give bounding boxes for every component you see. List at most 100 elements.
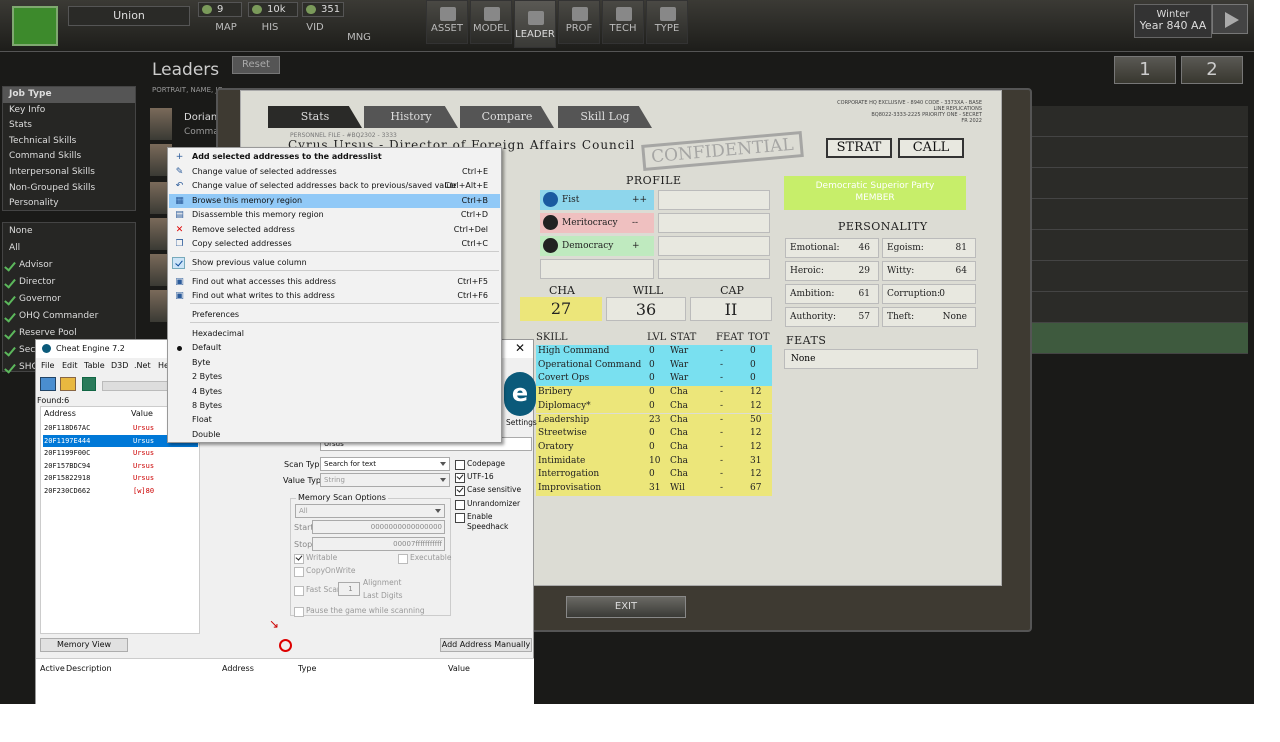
menu-item[interactable]: ▣ Find out what writes to this address Ctr… <box>169 289 500 303</box>
fast-scan-checkbox[interactable]: Fast Scan <box>294 585 342 596</box>
list-item[interactable]: 20F157BDC94 Ursus <box>43 460 198 473</box>
start-address-input[interactable]: 0000000000000000 <box>312 520 445 534</box>
nav-tech[interactable]: TECH <box>602 0 644 44</box>
fast-scan-input[interactable]: 1 <box>338 582 360 596</box>
stop-address-input[interactable]: 00007fffffffffff <box>312 537 445 551</box>
list-item[interactable] <box>1032 199 1248 230</box>
avatar[interactable] <box>150 108 172 140</box>
filter-job-type[interactable]: Job Type <box>3 87 135 103</box>
reset-button[interactable]: Reset <box>232 56 280 74</box>
menu-item[interactable]: Default <box>169 341 500 355</box>
tab-skill-log[interactable]: Skill Log <box>558 106 652 128</box>
nav-asset[interactable]: ASSET <box>426 0 468 44</box>
case-sensitive-checkbox[interactable]: Case sensitive <box>455 485 521 496</box>
save-icon[interactable] <box>82 377 96 391</box>
menu-item[interactable]: ↶ Change value of selected addresses back… <box>169 179 500 193</box>
nav-prof[interactable]: PROF <box>558 0 600 44</box>
nation-flag-icon[interactable] <box>12 6 58 46</box>
list-item[interactable]: 20F230CD662 [w]80 <box>43 485 198 498</box>
speedhack-checkbox[interactable]: Enable Speedhack <box>455 512 533 532</box>
unrandomizer-checkbox[interactable]: Unrandomizer <box>455 499 520 510</box>
job-governor[interactable]: Governor <box>3 291 135 308</box>
nav-mng[interactable]: MNG <box>339 32 379 43</box>
close-icon[interactable]: ✕ <box>515 341 525 355</box>
menu-item[interactable]: ▣ Find out what accesses this address Ctrl… <box>169 275 500 289</box>
no-entry-icon[interactable] <box>279 639 292 652</box>
menu-item[interactable]: + Add selected addresses to the addressli… <box>169 150 500 164</box>
tab-compare[interactable]: Compare <box>460 106 554 128</box>
copyonwrite-checkbox[interactable]: CopyOnWrite <box>294 566 355 577</box>
filter-personality[interactable]: Personality <box>3 196 135 212</box>
menu-item[interactable]: Double <box>169 428 500 442</box>
menu-item[interactable]: Show previous value column <box>169 256 500 270</box>
nav-type[interactable]: TYPE <box>646 0 688 44</box>
menu-item[interactable]: ▦ Browse this memory region Ctrl+B <box>169 194 500 209</box>
list-item[interactable] <box>1032 168 1248 199</box>
nav-model[interactable]: MODEL <box>470 0 512 44</box>
nav-leader[interactable]: LEADER <box>514 0 556 48</box>
job-advisor[interactable]: Advisor <box>3 257 135 274</box>
page-tab-1[interactable]: 1 <box>1114 56 1176 84</box>
alignment-radio[interactable]: Alignment <box>363 578 401 587</box>
filter-interpersonal-skills[interactable]: Interpersonal Skills <box>3 165 135 181</box>
list-item[interactable] <box>1032 323 1248 354</box>
open-folder-icon[interactable] <box>60 377 76 391</box>
filter-command-skills[interactable]: Command Skills <box>3 149 135 165</box>
filter-technical-skills[interactable]: Technical Skills <box>3 134 135 150</box>
menu-item[interactable]: ✎ Change value of selected addresses Ctrl+… <box>169 165 500 179</box>
list-item[interactable] <box>1032 292 1248 323</box>
nav-map[interactable]: MAP <box>206 22 246 33</box>
job-director[interactable]: Director <box>3 274 135 291</box>
list-item[interactable] <box>1032 137 1248 168</box>
menu-file[interactable]: File <box>41 361 54 370</box>
settings-link[interactable]: Settings <box>506 418 537 427</box>
menu-item[interactable]: 2 Bytes <box>169 370 500 384</box>
pause-game-checkbox[interactable]: Pause the game while scanning <box>294 606 425 617</box>
job-ohq-commander[interactable]: OHQ Commander <box>3 308 135 325</box>
menu-item[interactable]: Preferences <box>169 308 500 322</box>
menu-item[interactable]: Hexadecimal <box>169 327 500 341</box>
page-tab-2[interactable]: 2 <box>1181 56 1243 84</box>
menu-edit[interactable]: Edit <box>62 361 78 370</box>
memory-region-dropdown[interactable]: All <box>295 504 445 518</box>
list-item[interactable] <box>1032 106 1248 137</box>
open-process-icon[interactable] <box>40 377 56 391</box>
filter-stats[interactable]: Stats <box>3 118 135 134</box>
utf16-checkbox[interactable]: UTF-16 <box>455 472 494 483</box>
list-item[interactable]: 20F15822918 Ursus <box>43 472 198 485</box>
filter-non-grouped-skills[interactable]: Non-Grouped Skills <box>3 181 135 197</box>
menu-item[interactable]: Float <box>169 413 500 427</box>
strat-button[interactable]: STRAT <box>826 138 892 158</box>
value-type-dropdown[interactable]: String <box>320 473 450 487</box>
menu-net[interactable]: .Net <box>134 361 151 370</box>
menu-item[interactable]: Byte <box>169 356 500 370</box>
menu-item[interactable]: ✕ Remove selected address Ctrl+Del <box>169 223 500 237</box>
menu-item[interactable]: ▤ Disassemble this memory region Ctrl+D <box>169 208 500 222</box>
memory-view-button[interactable]: Memory View <box>40 638 128 652</box>
writable-checkbox[interactable]: Writable <box>294 553 337 564</box>
scan-type-dropdown[interactable]: Search for text <box>320 457 450 471</box>
add-address-manually-button[interactable]: Add Address Manually <box>440 638 532 652</box>
menu-item[interactable]: 8 Bytes <box>169 399 500 413</box>
list-item[interactable]: 20F1199F00C Ursus <box>43 447 198 460</box>
cheat-engine-logo-icon[interactable]: e <box>504 372 536 416</box>
menu-d3d[interactable]: D3D <box>111 361 128 370</box>
list-item[interactable] <box>1032 230 1248 261</box>
exit-button[interactable]: EXIT <box>566 596 686 618</box>
job-all[interactable]: All <box>3 240 135 257</box>
codepage-checkbox[interactable]: Codepage <box>455 459 505 470</box>
executable-checkbox[interactable]: Executable <box>398 553 451 564</box>
leader-name[interactable]: Dorian <box>184 112 217 123</box>
nav-vid[interactable]: VID <box>295 22 335 33</box>
menu-table[interactable]: Table <box>84 361 105 370</box>
nav-his[interactable]: HIS <box>250 22 290 33</box>
call-button[interactable]: CALL <box>898 138 964 158</box>
list-item[interactable] <box>1032 261 1248 292</box>
tab-stats[interactable]: Stats <box>268 106 362 128</box>
last-digits-radio[interactable]: Last Digits <box>363 591 403 600</box>
menu-item[interactable]: ❐ Copy selected addresses Ctrl+C <box>169 237 500 251</box>
arrow-down-right-icon[interactable]: ↘ <box>269 617 285 631</box>
menu-item[interactable]: 4 Bytes <box>169 385 500 399</box>
play-icon[interactable] <box>1212 4 1248 34</box>
filter-key-info[interactable]: Key Info <box>3 103 135 119</box>
